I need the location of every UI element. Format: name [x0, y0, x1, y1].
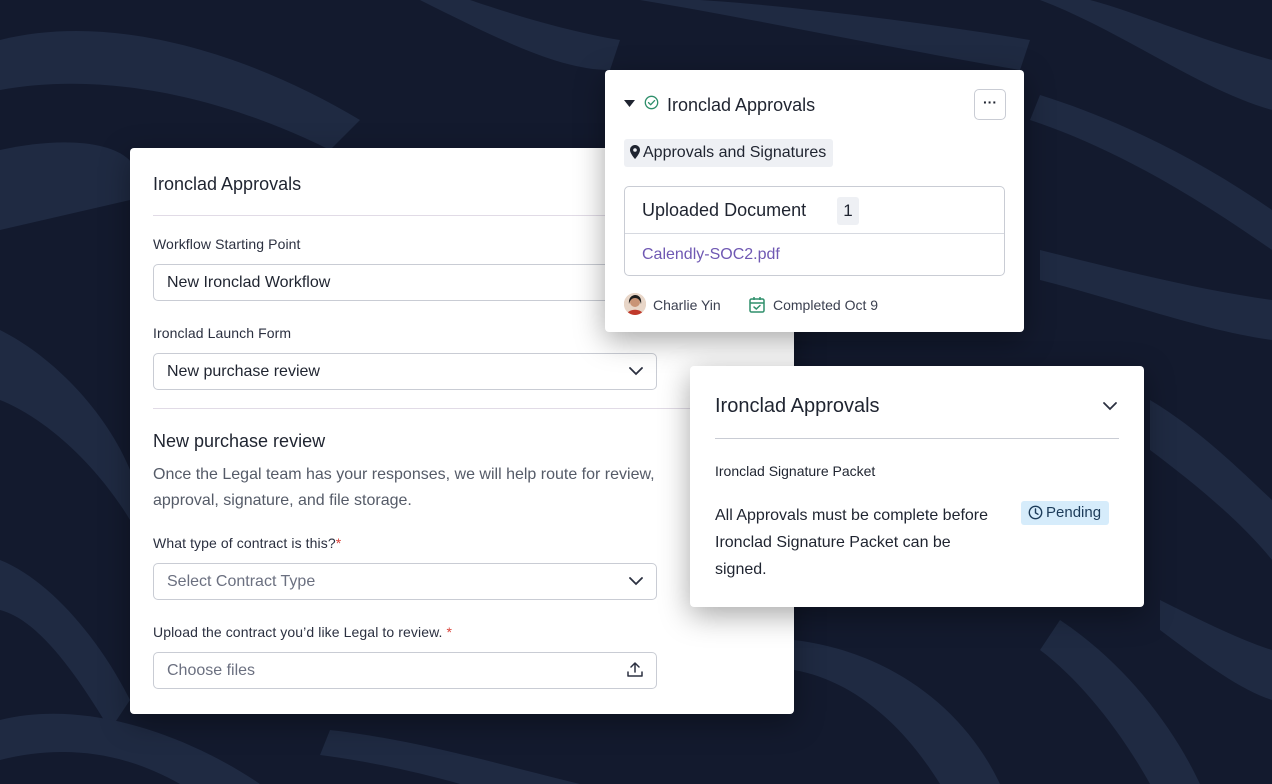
- approval-message: All Approvals must be complete before Ir…: [715, 507, 989, 578]
- chevron-down-icon: [629, 577, 643, 586]
- step-title: Ironclad Approvals: [667, 95, 816, 115]
- launch-form-select[interactable]: New purchase review: [153, 353, 657, 390]
- chevron-down-icon[interactable]: [1102, 400, 1118, 412]
- chevron-down-icon: [629, 367, 643, 376]
- signature-packet-title: Ironclad Signature Packet: [715, 463, 876, 479]
- contract-type-placeholder: Select Contract Type: [167, 573, 316, 590]
- document-divider: [625, 233, 1004, 234]
- required-marker: *: [335, 535, 342, 551]
- section-description: Once the Legal team has your responses, …: [153, 466, 655, 509]
- contract-type-label-text: What type of contract is this?: [153, 535, 336, 551]
- map-pin-icon: [630, 145, 640, 159]
- assignee-name: Charlie Yin: [653, 297, 721, 313]
- contract-type-label: What type of contract is this?*: [153, 535, 341, 551]
- more-options-button[interactable]: ···: [974, 89, 1006, 120]
- uploaded-document-box: Uploaded Document 1 Calendly-SOC2.pdf: [624, 186, 1005, 276]
- upload-label: Upload the contract you’d like Legal to …: [153, 624, 452, 640]
- file-upload-input[interactable]: Choose files: [153, 652, 657, 689]
- contract-type-select[interactable]: Select Contract Type: [153, 563, 657, 600]
- check-circle-icon: [644, 95, 659, 110]
- upload-placeholder: Choose files: [167, 662, 256, 679]
- calendar-check-icon: [749, 297, 765, 313]
- workflow-step-card: Ironclad Approvals ··· Approvals and Sig…: [605, 70, 1024, 332]
- section-divider: [153, 408, 771, 409]
- launch-form-value: New purchase review: [167, 363, 320, 380]
- starting-point-field[interactable]: New Ironclad Workflow: [153, 264, 657, 301]
- upload-label-text: Upload the contract you’d like Legal to …: [153, 624, 443, 640]
- location-tag-label: Approvals and Signatures: [643, 144, 827, 161]
- clock-icon: [1028, 505, 1043, 520]
- status-badge-label: Pending: [1046, 504, 1102, 521]
- avatar: [624, 293, 646, 315]
- card-title: Ironclad Approvals: [715, 395, 880, 417]
- location-tag: Approvals and Signatures: [624, 139, 834, 167]
- upload-icon[interactable]: [626, 661, 644, 679]
- completion-status: Completed Oct 9: [773, 297, 879, 313]
- required-marker: *: [446, 624, 453, 640]
- status-badge: Pending: [1021, 501, 1110, 525]
- section-title: New purchase review: [153, 431, 326, 451]
- caret-down-icon[interactable]: [624, 100, 635, 107]
- uploaded-document-header: Uploaded Document: [642, 200, 807, 220]
- launch-form-label: Ironclad Launch Form: [153, 325, 292, 341]
- form-title-divider: [153, 215, 658, 216]
- card-divider: [715, 438, 1119, 439]
- starting-point-value: New Ironclad Workflow: [167, 274, 331, 291]
- document-count-badge: 1: [837, 197, 859, 225]
- document-link[interactable]: Calendly-SOC2.pdf: [642, 246, 780, 264]
- starting-point-label: Workflow Starting Point: [153, 236, 301, 252]
- form-title: Ironclad Approvals: [153, 174, 302, 194]
- signature-packet-card: Ironclad Approvals Ironclad Signature Pa…: [690, 366, 1144, 607]
